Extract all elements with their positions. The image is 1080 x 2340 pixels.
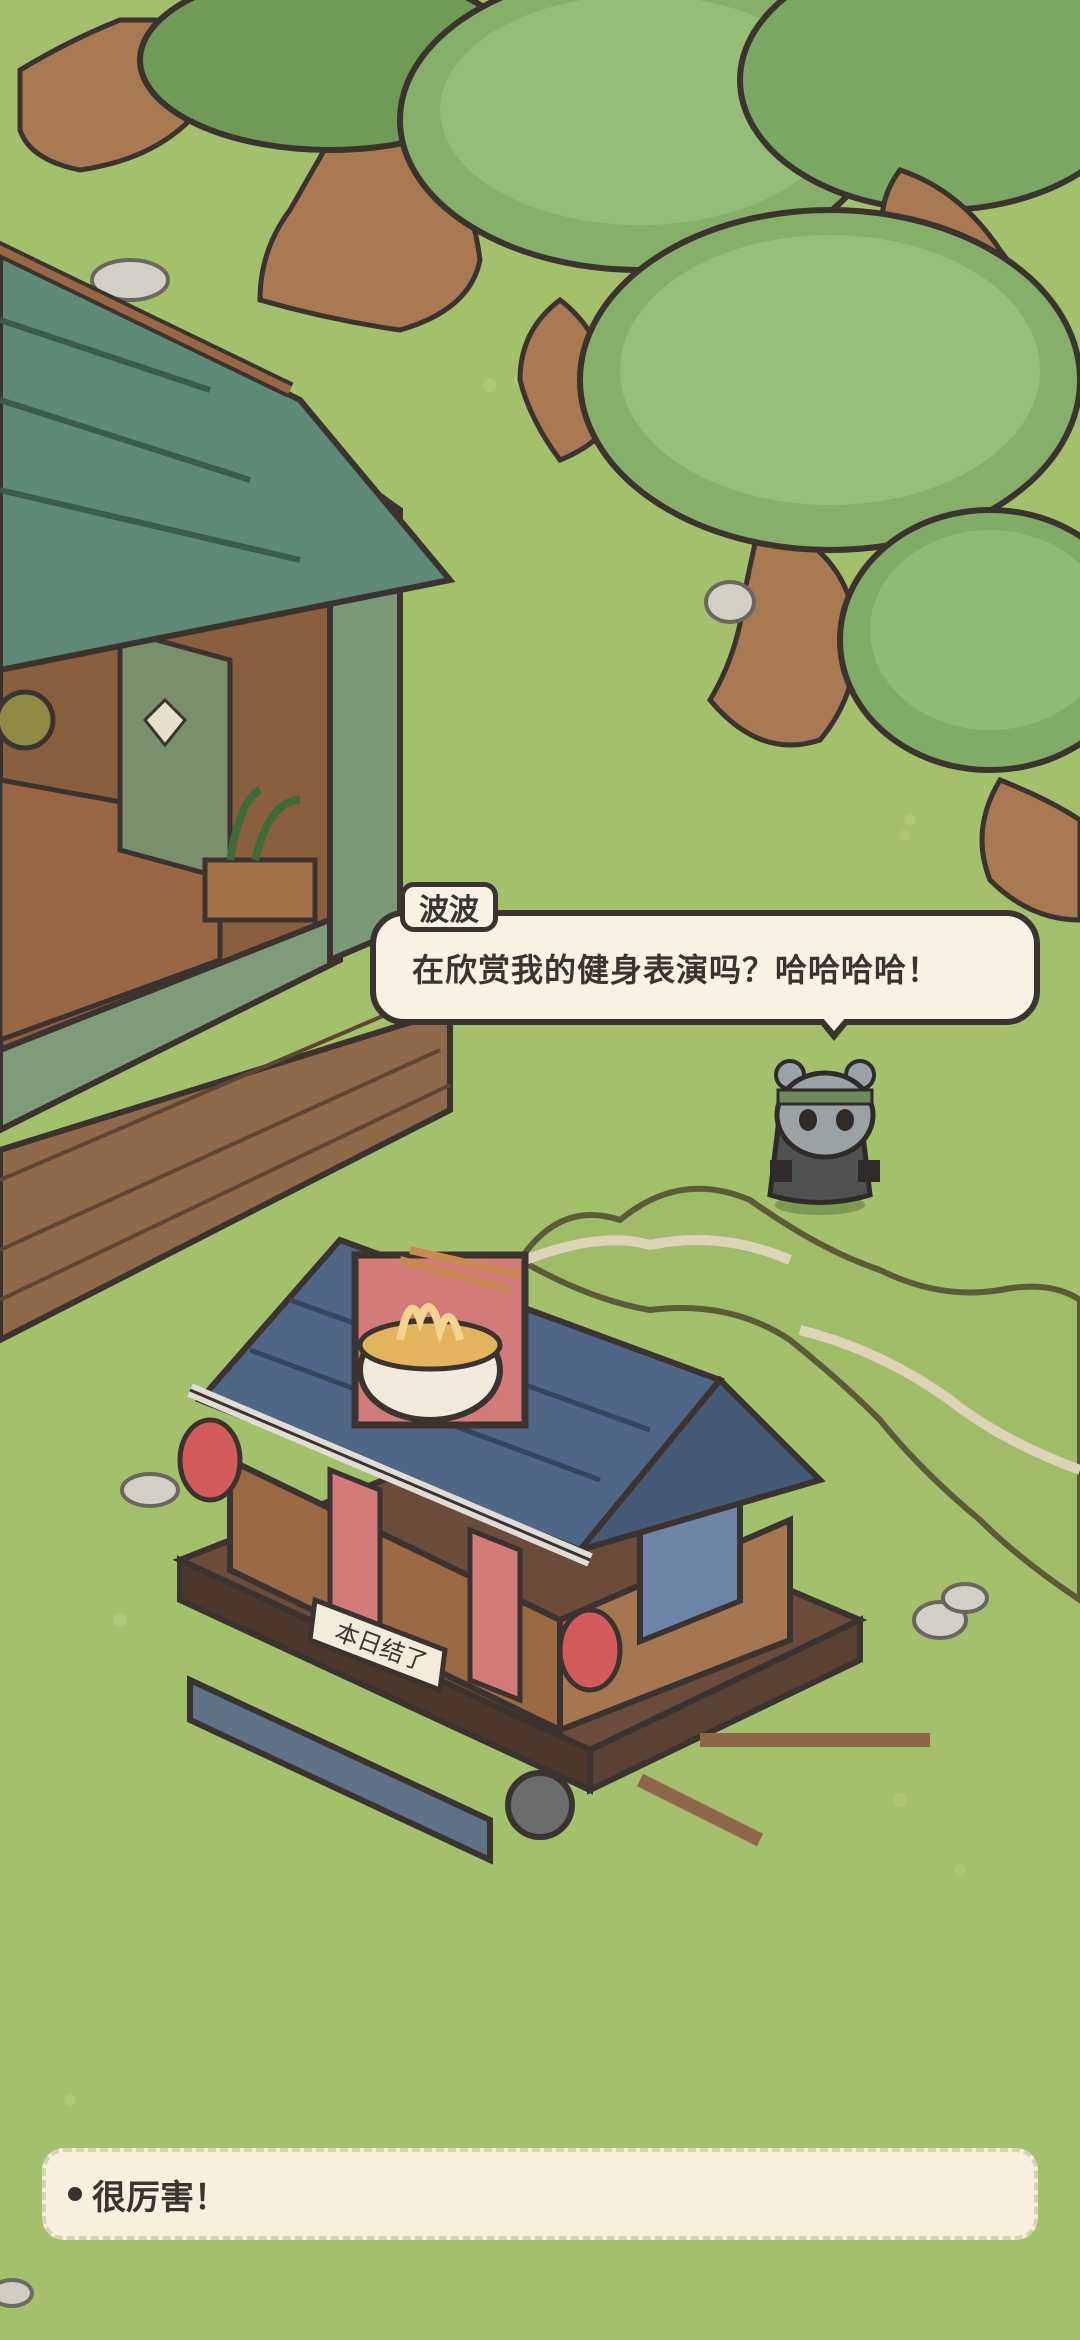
panda-character[interactable] — [767, 1059, 880, 1215]
speaker-name-tag: 波波 — [400, 882, 498, 932]
dialogue-choice-label: 很厉害！ — [92, 2177, 228, 2218]
game-scene: 本日结了 — [0, 0, 1080, 2340]
bullet-icon — [68, 2187, 82, 2201]
dialogue-text: 在欣赏我的健身表演吗？哈哈哈哈！ — [412, 950, 941, 989]
dialogue-choice-button[interactable]: 很厉害！ — [42, 2148, 1038, 2240]
noodle-bowl-sign — [351, 1246, 529, 1429]
